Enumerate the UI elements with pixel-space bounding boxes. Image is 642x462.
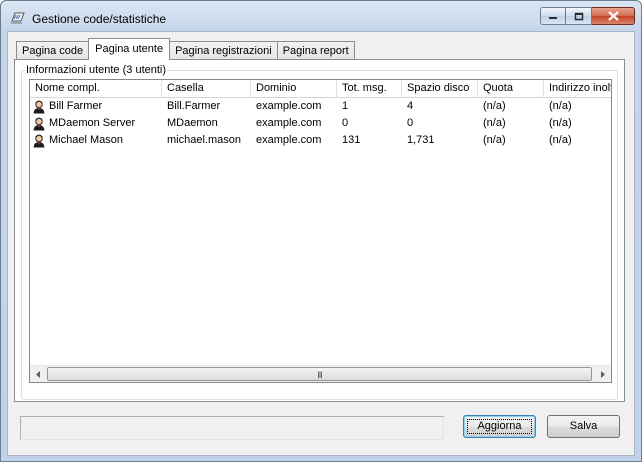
cell-quota: (n/a) [483, 100, 506, 112]
cell-disk-space: 1,731 [407, 134, 435, 146]
scrollbar-thumb[interactable]: III [47, 367, 592, 381]
window-title: Gestione code/statistiche [32, 12, 167, 26]
user-icon [33, 117, 45, 130]
tab-users[interactable]: Pagina utente [88, 38, 171, 60]
scroll-left-icon [36, 371, 40, 378]
focus-rectangle [467, 419, 532, 434]
tab-strip: Pagina code Pagina utente Pagina registr… [16, 38, 355, 60]
maximize-icon [574, 12, 583, 20]
users-list-rows: Bill Farmer Bill.Farmer example.com 1 4 (n/a)… [30, 98, 611, 149]
tab-queues[interactable]: Pagina code [16, 41, 90, 60]
cell-mailbox: Bill.Farmer [167, 100, 221, 112]
column-header-forward-address[interactable]: Indirizzo inolt [544, 80, 611, 98]
column-header-domain[interactable]: Dominio [251, 80, 337, 98]
scroll-right-button[interactable] [594, 366, 611, 382]
user-info-group-label: Informazioni utente (3 utenti) [25, 64, 168, 76]
scroll-left-button[interactable] [30, 366, 47, 382]
cell-total-messages: 1 [342, 100, 349, 112]
users-list-header: Nome compl. Casella Dominio Tot. msg. Sp… [30, 80, 611, 98]
user-full-name: Bill Farmer [49, 100, 103, 112]
cell-full-name: MDaemon Server [30, 115, 162, 132]
cell-forward-address: (n/a) [549, 117, 572, 129]
user-icon [33, 134, 45, 147]
scroll-right-icon [601, 371, 605, 378]
tab-logs[interactable]: Pagina registrazioni [169, 41, 278, 60]
maximize-button[interactable] [566, 7, 592, 25]
column-header-mailbox[interactable]: Casella [162, 80, 251, 98]
cell-forward-address: (n/a) [549, 134, 572, 146]
table-row[interactable]: MDaemon Server MDaemon example.com 0 0 (n/a) (… [30, 115, 611, 132]
cell-total-messages: 0 [342, 117, 349, 129]
table-row[interactable]: Michael Mason michael.mason example.com 131… [30, 132, 611, 149]
user-full-name: MDaemon Server [49, 117, 136, 129]
users-list[interactable]: Nome compl. Casella Dominio Tot. msg. Sp… [29, 79, 612, 383]
column-header-quota[interactable]: Quota [478, 80, 544, 98]
cell-total-messages: 131 [342, 134, 361, 146]
horizontal-scrollbar[interactable]: III [30, 365, 611, 382]
cell-mailbox: MDaemon [167, 117, 218, 129]
scrollbar-grip: III [317, 370, 322, 380]
cell-quota: (n/a) [483, 117, 506, 129]
user-icon [33, 100, 45, 113]
cell-mailbox: michael.mason [167, 134, 241, 146]
column-header-total-messages[interactable]: Tot. msg. [337, 80, 402, 98]
cell-domain: example.com [256, 100, 322, 112]
close-icon [607, 11, 619, 21]
cell-full-name: Bill Farmer [30, 98, 162, 115]
column-header-full-name[interactable]: Nome compl. [30, 80, 162, 98]
queue-stats-app-icon [11, 12, 25, 24]
column-header-disk-space[interactable]: Spazio disco [402, 80, 478, 98]
minimize-button[interactable] [540, 7, 566, 25]
status-box [20, 416, 444, 440]
users-tab-panel: Informazioni utente (3 utenti) Nome comp… [14, 59, 625, 402]
save-button-label: Salva [569, 420, 598, 432]
user-info-group: Informazioni utente (3 utenti) Nome comp… [21, 64, 618, 400]
user-full-name: Michael Mason [49, 134, 123, 146]
title-bar[interactable]: Gestione code/statistiche [1, 1, 641, 31]
cell-forward-address: (n/a) [549, 100, 572, 112]
cell-full-name: Michael Mason [30, 132, 162, 149]
caption-buttons [540, 7, 635, 25]
minimize-icon [549, 17, 557, 19]
refresh-button[interactable]: Aggiorna [463, 415, 536, 438]
cell-domain: example.com [256, 117, 322, 129]
cell-quota: (n/a) [483, 134, 506, 146]
save-button[interactable]: Salva [547, 415, 620, 438]
tab-reports[interactable]: Pagina report [276, 41, 355, 60]
window-client-area: Pagina code Pagina utente Pagina registr… [7, 31, 635, 456]
close-button[interactable] [592, 7, 635, 25]
cell-domain: example.com [256, 134, 322, 146]
main-window: Gestione code/statistiche Pagina code Pa… [0, 0, 642, 462]
cell-disk-space: 0 [407, 117, 414, 129]
table-row[interactable]: Bill Farmer Bill.Farmer example.com 1 4 (n/a)… [30, 98, 611, 115]
cell-disk-space: 4 [407, 100, 414, 112]
